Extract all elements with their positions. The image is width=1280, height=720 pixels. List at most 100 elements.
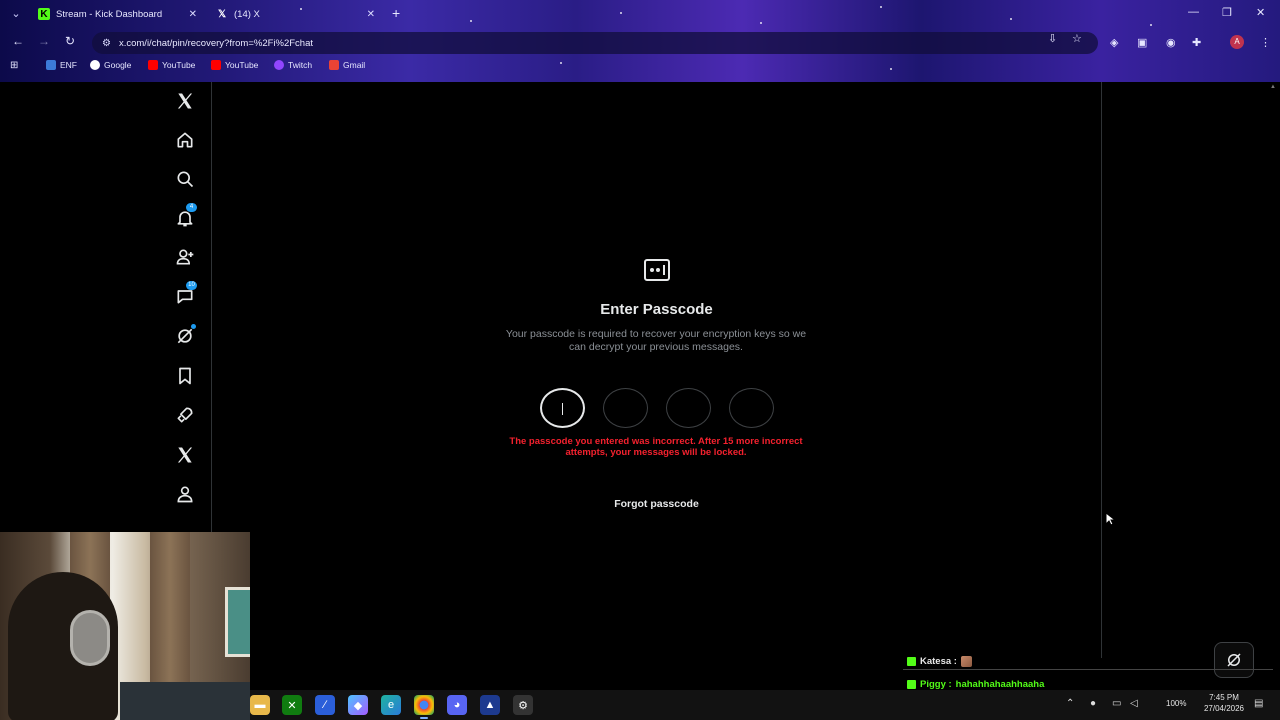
mouse-cursor-icon (1105, 512, 1115, 526)
tab-bar: ⌄ K Stream - Kick Dashboard ✕ 𝕏 (14) X ✕… (0, 0, 1280, 28)
bookmark-item[interactable]: Twitch (274, 60, 312, 70)
home-icon[interactable] (173, 128, 197, 152)
search-icon[interactable] (173, 167, 197, 191)
browser-toolbar: ← → ↻ ⚙ x.com/i/chat/pin/recovery?from=%… (0, 30, 1280, 54)
forgot-passcode-link[interactable]: Forgot passcode (212, 498, 1101, 510)
extensions-puzzle-icon[interactable]: ✚ (1192, 36, 1201, 49)
kick-icon: K (38, 8, 50, 20)
clock-date: 27/04/2026 (1203, 704, 1245, 713)
close-window-button[interactable]: ✕ (1256, 6, 1265, 19)
settings-icon[interactable]: ⚙ (513, 695, 533, 715)
chat-username: Katesa : (920, 656, 957, 667)
chat-badge-icon (907, 657, 916, 666)
speaker-icon[interactable]: ◁ (1130, 698, 1138, 709)
extension-icon[interactable]: ▣ (1137, 36, 1147, 49)
extension-icon[interactable]: ◈ (1110, 36, 1118, 49)
bookmark-star-icon[interactable]: ☆ (1072, 32, 1082, 45)
microphone-icon[interactable]: ● (1090, 698, 1096, 709)
bookmark-icon (46, 60, 56, 70)
extension-icon[interactable]: ◉ (1166, 36, 1176, 49)
headphones-icon (70, 610, 110, 666)
battery-indicator[interactable]: 100% (1166, 699, 1186, 708)
grok-icon[interactable] (173, 324, 197, 348)
bookmark-item[interactable]: YouTube (148, 60, 195, 70)
taskbar-clock[interactable]: 7:45 PM 27/04/2026 (1200, 692, 1248, 714)
grok-floating-button[interactable] (1214, 642, 1254, 678)
browser-chrome: ⌄ K Stream - Kick Dashboard ✕ 𝕏 (14) X ✕… (0, 0, 1280, 82)
tab-search-button[interactable]: ⌄ (8, 6, 24, 22)
clock-time: 7:45 PM (1209, 693, 1239, 702)
tab-title: (14) X (234, 8, 260, 20)
passcode-panel: Enter Passcode Your passcode is required… (212, 82, 1115, 690)
passcode-digit-input[interactable] (603, 388, 648, 428)
webcam-sofa (120, 682, 250, 720)
chat-badge-icon (907, 680, 916, 689)
app-icon[interactable]: ∕ (315, 695, 335, 715)
tray-overflow-icon[interactable]: ⌃ (1066, 698, 1074, 709)
chat-icon[interactable]: 10 (173, 281, 197, 308)
tab-x[interactable]: 𝕏 (14) X ✕ (208, 2, 383, 26)
profile-icon[interactable] (173, 482, 197, 506)
follow-icon[interactable] (173, 245, 197, 269)
bookmark-item[interactable]: YouTube (211, 60, 258, 70)
bookmark-item[interactable]: ENF (46, 60, 77, 70)
minimize-button[interactable]: — (1188, 6, 1199, 18)
discord-icon[interactable]: ◕ (447, 695, 467, 715)
webcam-overlay (0, 532, 250, 720)
chat-badge: 10 (186, 281, 197, 290)
stream-chat-message: Katesa : (903, 654, 976, 669)
tab-kick-dashboard[interactable]: K Stream - Kick Dashboard ✕ (30, 2, 205, 26)
notifications-tray-icon[interactable]: ▤ (1254, 698, 1263, 709)
address-bar[interactable]: ⚙ x.com/i/chat/pin/recovery?from=%2Fi%2F… (92, 32, 1098, 54)
notifications-icon[interactable]: 4 (173, 203, 197, 230)
scrollbar-up-arrow[interactable]: ▲ (1270, 84, 1276, 90)
browser-menu-icon[interactable]: ⋮ (1260, 36, 1271, 49)
notification-badge: 4 (186, 203, 197, 212)
webcam-picture-frame (225, 587, 250, 657)
passcode-digit-input[interactable] (729, 388, 774, 428)
gmail-icon (329, 60, 339, 70)
file-explorer-icon[interactable]: ▬ (250, 695, 270, 715)
rocket-icon[interactable] (173, 403, 197, 427)
grok-icon (1227, 653, 1241, 667)
passcode-digit-input[interactable] (666, 388, 711, 428)
chat-message-text: hahahhahaahhaaha (955, 679, 1045, 690)
install-app-icon[interactable]: ⇩ (1048, 32, 1057, 45)
grok-new-dot (191, 324, 196, 329)
x-logo-icon: 𝕏 (217, 8, 227, 20)
bookmark-item[interactable]: Gmail (329, 60, 365, 70)
windows-taskbar: ▬ ✕ ∕ ◆ e ◕ ▲ ⚙ ⌃ ● ▭ ◁ ▤ (250, 690, 1280, 720)
bookmarks-icon[interactable] (173, 364, 197, 388)
restore-button[interactable]: ❐ (1222, 6, 1232, 19)
youtube-icon (211, 60, 221, 70)
profile-avatar[interactable]: A (1230, 35, 1244, 49)
apps-grid-icon[interactable]: ⊞ (10, 60, 18, 71)
xbox-icon[interactable]: ✕ (282, 695, 302, 715)
close-tab-icon[interactable]: ✕ (189, 9, 197, 20)
back-button[interactable]: ← (12, 34, 24, 48)
site-info-icon[interactable]: ⚙ (102, 38, 111, 49)
edge-icon[interactable]: e (381, 695, 401, 715)
error-message: The passcode you entered was incorrect. … (509, 436, 803, 458)
chat-divider (903, 669, 1273, 670)
chat-username: Piggy : (920, 679, 952, 690)
reload-button[interactable]: ↻ (65, 34, 75, 48)
passcode-description: Your passcode is required to recover you… (505, 328, 807, 353)
twitch-icon (274, 60, 284, 70)
new-tab-button[interactable]: + (392, 5, 400, 21)
display-icon[interactable]: ▭ (1112, 698, 1121, 709)
forward-button[interactable]: → (38, 34, 50, 48)
copilot-icon[interactable]: ◆ (348, 695, 368, 715)
passcode-digit-input[interactable] (540, 388, 585, 428)
url-text: x.com/i/chat/pin/recovery?from=%2Fi%2Fch… (118, 37, 313, 49)
page-title: Enter Passcode (600, 301, 713, 318)
bookmark-item[interactable]: Google (90, 60, 131, 70)
google-icon (90, 60, 100, 70)
chat-emote-icon (960, 656, 972, 667)
x-logo-icon[interactable] (173, 89, 197, 113)
chrome-icon[interactable] (414, 695, 434, 719)
close-tab-icon[interactable]: ✕ (367, 9, 375, 20)
app-icon[interactable]: ▲ (480, 695, 500, 715)
column-divider (1101, 82, 1102, 658)
premium-x-icon[interactable] (173, 443, 197, 467)
